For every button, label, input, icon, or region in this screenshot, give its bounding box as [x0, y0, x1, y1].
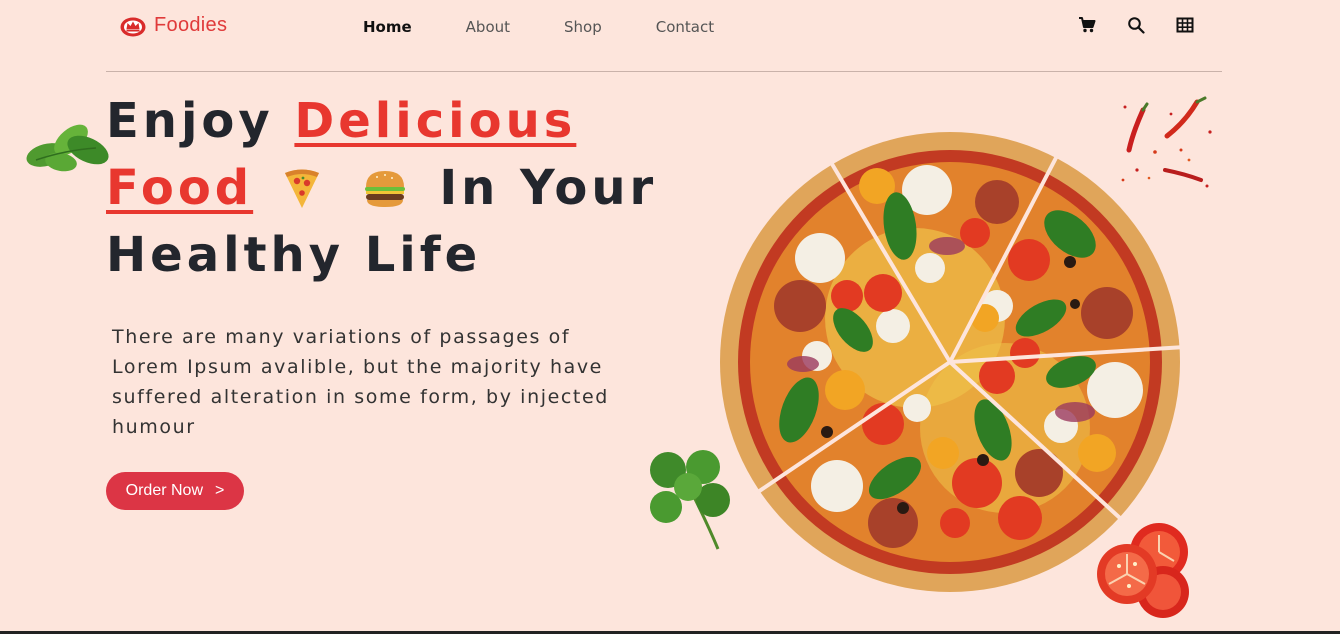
title-word-enjoy: Enjoy: [106, 93, 274, 149]
order-now-label: Order Now: [125, 482, 203, 499]
order-now-button[interactable]: Order Now >: [106, 472, 244, 510]
title-words-in-your: In Your: [439, 160, 658, 216]
header-actions: [1078, 16, 1194, 34]
hero-description: There are many variations of passages of…: [112, 326, 609, 438]
hero-title: Enjoy Delicious Food In Your Healthy Lif…: [106, 88, 666, 289]
logo-text: Foodies: [154, 14, 228, 36]
grid-icon[interactable]: [1176, 16, 1194, 34]
nav-about[interactable]: About: [466, 18, 510, 36]
cilantro-image: [650, 450, 730, 550]
nav-contact[interactable]: Contact: [656, 18, 714, 36]
order-now-arrow: >: [215, 482, 225, 499]
logo[interactable]: Foodies: [120, 14, 227, 37]
cart-icon[interactable]: [1078, 16, 1096, 34]
search-icon[interactable]: [1127, 16, 1145, 34]
crown-dish-icon: [120, 17, 146, 36]
nav-home[interactable]: Home: [363, 18, 412, 36]
mint-leaves-image: [26, 124, 109, 172]
title-word-delicious: Delicious: [294, 93, 577, 149]
nav-shop[interactable]: Shop: [564, 18, 602, 36]
title-line3: Healthy Life: [106, 227, 482, 283]
tomato-slices-image: [1097, 523, 1189, 618]
site-header: Foodies Home About Shop Contact: [106, 0, 1222, 72]
burger-emoji: [364, 171, 405, 207]
pizza-emoji: [284, 169, 319, 208]
title-word-food: Food: [106, 160, 254, 216]
main-nav: Home About Shop Contact: [363, 18, 768, 36]
